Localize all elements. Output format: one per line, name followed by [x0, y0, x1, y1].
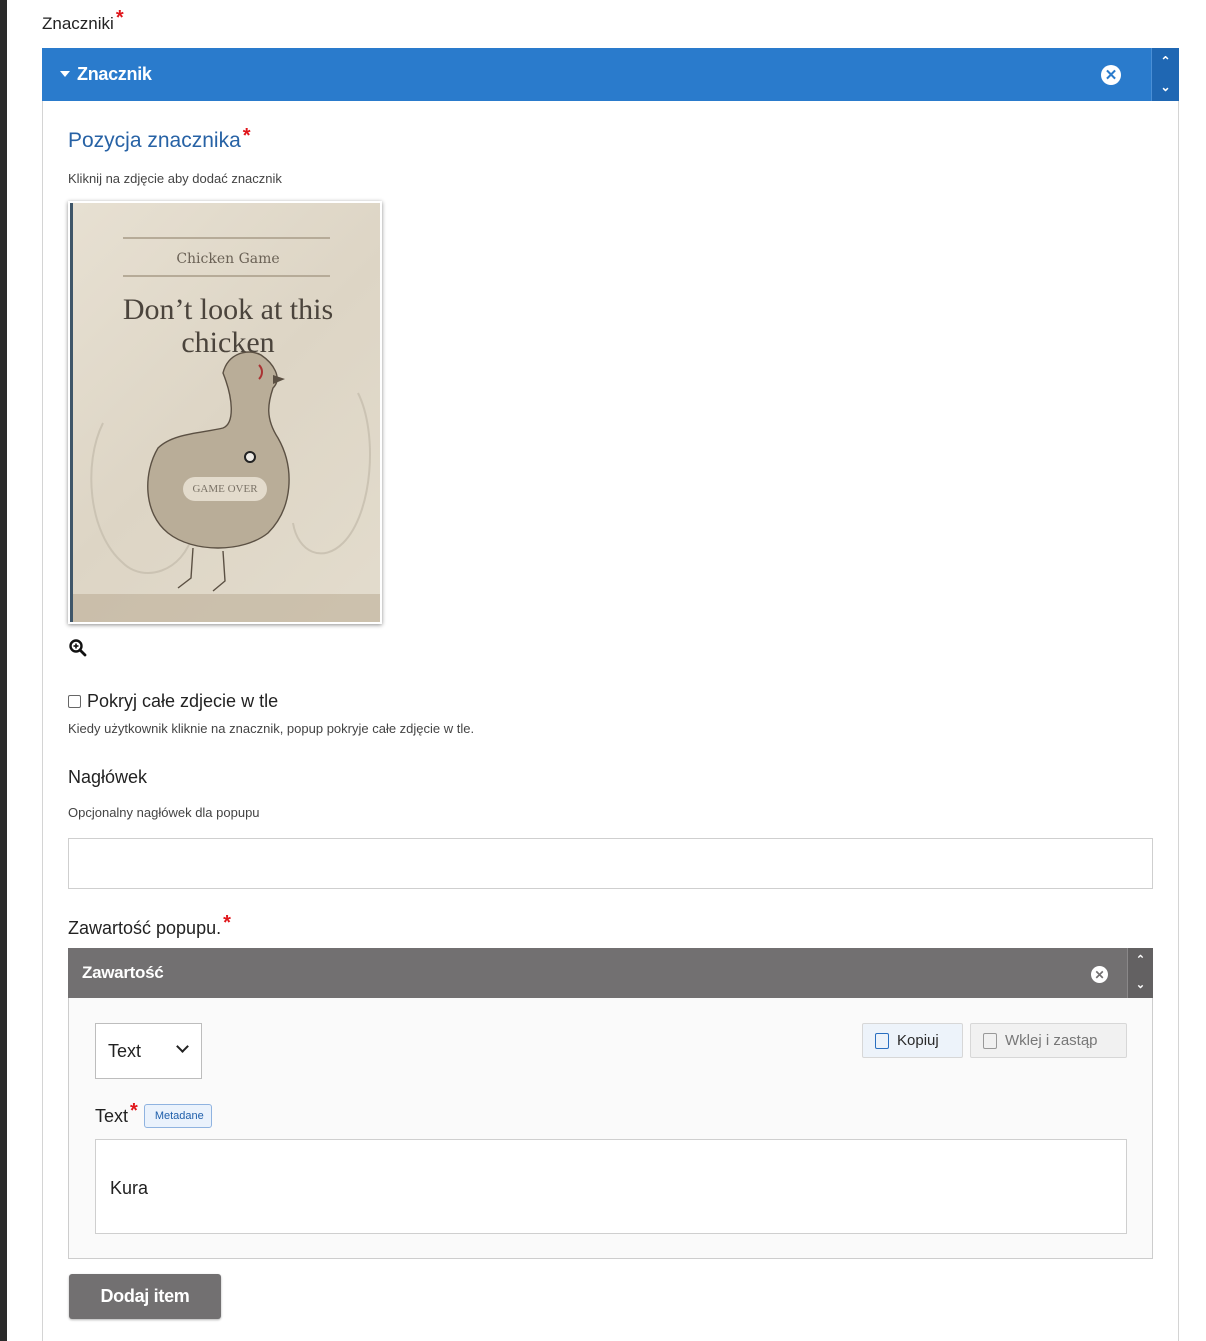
image-canvas[interactable]: Chicken Game Don’t look at this chicken … — [70, 203, 380, 622]
chevron-down-icon — [176, 1040, 189, 1053]
text-content-input[interactable]: Kura — [95, 1139, 1127, 1234]
move-up-icon[interactable]: ⌃ — [1152, 48, 1179, 74]
paste-icon — [983, 1032, 997, 1049]
content-reorder-control[interactable]: ⌃ ⌄ — [1127, 948, 1153, 998]
game-over-badge: GAME OVER — [183, 477, 267, 501]
position-title: Pozycja znacznika * — [68, 125, 251, 152]
required-marker: * — [242, 125, 251, 147]
popup-content-label: Zawartość popupu. * — [68, 912, 231, 938]
content-group-header[interactable]: Zawartość ✕ ⌃ ⌄ — [68, 948, 1153, 998]
cover-background-description: Kiedy użytkownik kliknie na znacznik, po… — [68, 721, 475, 736]
copy-icon — [875, 1032, 889, 1049]
move-up-icon[interactable]: ⌃ — [1128, 948, 1153, 973]
marker-group-header[interactable]: Znacznik ✕ ⌃ ⌄ — [42, 48, 1179, 101]
cover-background-checkbox[interactable] — [68, 695, 81, 708]
library-select[interactable]: Text — [95, 1023, 202, 1079]
move-down-icon[interactable]: ⌄ — [1152, 74, 1179, 100]
add-item-button[interactable]: Dodaj item — [69, 1274, 221, 1319]
required-marker: * — [223, 912, 231, 934]
chicken-illustration — [90, 351, 371, 592]
paste-replace-button[interactable]: Wklej i zastąp — [970, 1023, 1127, 1058]
metadata-button[interactable]: Metadane — [143, 1104, 212, 1128]
remove-content-icon[interactable]: ✕ — [1091, 966, 1108, 983]
background-image[interactable]: Chicken Game Don’t look at this chicken … — [68, 201, 382, 624]
move-down-icon[interactable]: ⌄ — [1128, 973, 1153, 998]
heading-label: Nagłówek — [68, 767, 148, 787]
group-reorder-control[interactable]: ⌃ ⌄ — [1151, 48, 1179, 101]
cover-background-option[interactable]: Pokryj całe zdjecie w tle — [68, 691, 278, 712]
required-marker: * — [130, 1099, 138, 1122]
position-hint: Kliknij na zdjęcie aby dodać znacznik — [68, 171, 282, 186]
image-floor — [73, 594, 380, 622]
group-title[interactable]: Znacznik — [60, 64, 152, 85]
cover-background-label[interactable]: Pokryj całe zdjecie w tle — [87, 691, 278, 712]
marker-hotspot[interactable] — [244, 451, 256, 463]
heading-description: Opcjonalny nagłówek dla popupu — [68, 805, 260, 820]
collapse-caret-icon[interactable] — [60, 71, 70, 77]
zoom-in-icon[interactable] — [68, 638, 88, 658]
page-left-border — [0, 0, 7, 1341]
content-group-title[interactable]: Zawartość — [82, 963, 164, 983]
remove-group-icon[interactable]: ✕ — [1101, 65, 1121, 85]
section-label: Znaczniki * — [42, 7, 124, 33]
heading-input[interactable] — [68, 838, 1153, 889]
text-field-label-row: Text * Metadane — [95, 1100, 212, 1128]
copy-button[interactable]: Kopiuj — [862, 1023, 963, 1058]
required-marker: * — [115, 7, 124, 29]
text-field-label: Text — [95, 1105, 129, 1126]
